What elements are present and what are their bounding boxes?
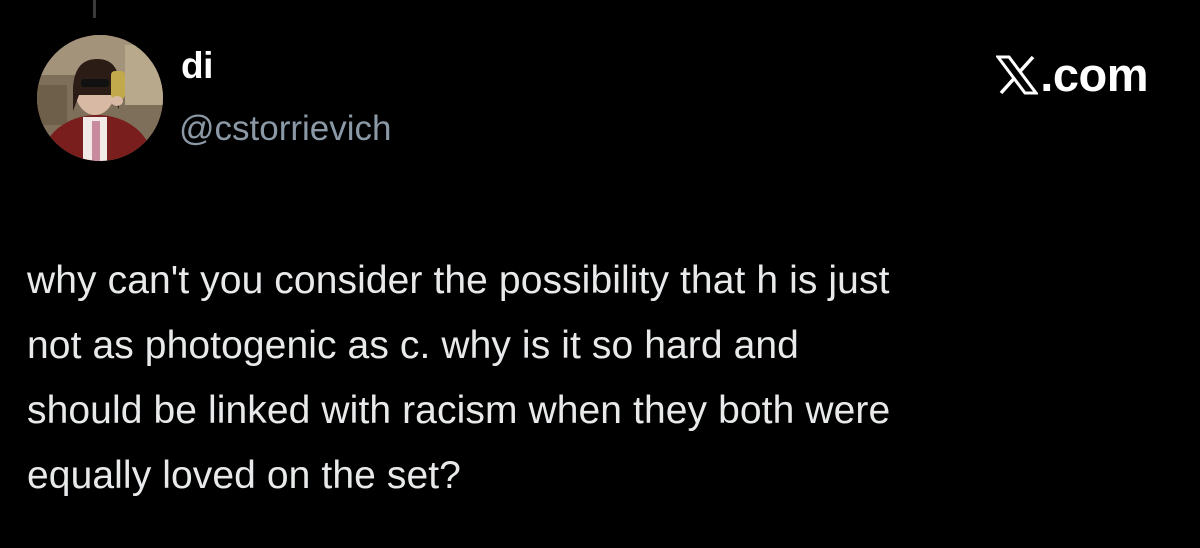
tweet-body: why can't you consider the possibility t… (27, 248, 1177, 508)
display-name[interactable]: di (181, 44, 213, 88)
tweet-text-line: should be linked with racism when they b… (27, 389, 891, 432)
x-logo-icon (996, 55, 1039, 95)
tweet-text-line: not as photogenic as c. why is it so har… (27, 324, 799, 367)
thread-connector-line (93, 0, 96, 18)
tweet-text-line: why can't you consider the possibility t… (27, 259, 890, 302)
tweet-text-line: equally loved on the set? (27, 454, 461, 497)
profile-photo-icon (37, 35, 163, 161)
brand-domain-label: .com (1040, 48, 1148, 101)
brand-watermark: .com (996, 50, 1148, 100)
user-handle[interactable]: @cstorrievich (179, 108, 392, 150)
avatar[interactable] (37, 35, 163, 161)
